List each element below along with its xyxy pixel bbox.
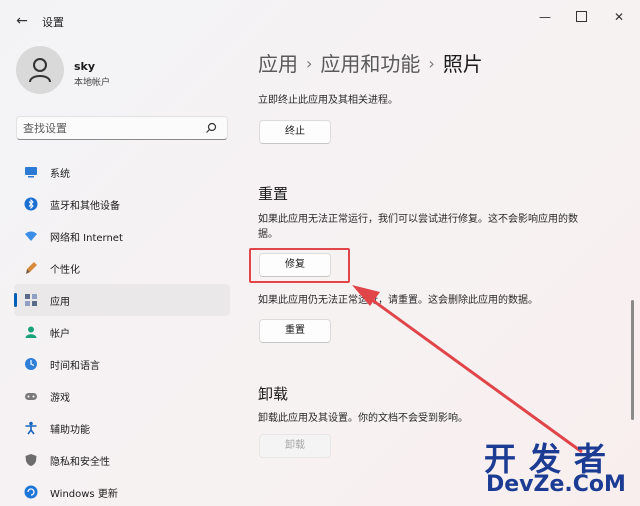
annotation-arrow (352, 285, 583, 454)
watermark-url: DevZe.CoM (486, 472, 626, 497)
scrollbar[interactable] (631, 300, 634, 420)
